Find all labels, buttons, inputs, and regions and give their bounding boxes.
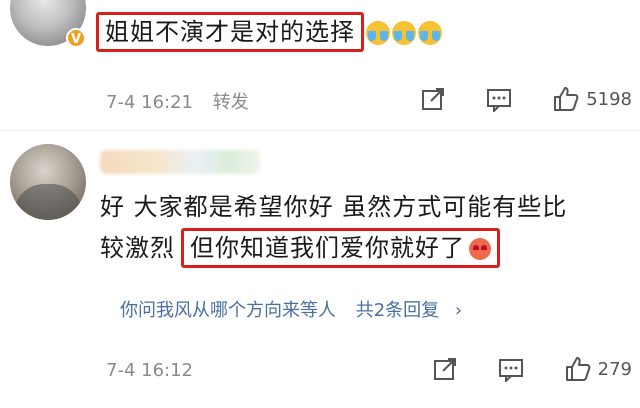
- share-button[interactable]: [420, 86, 446, 112]
- like-button[interactable]: 279: [564, 355, 632, 383]
- comment-text-plain: 较激烈: [100, 234, 175, 262]
- avatar[interactable]: [10, 144, 86, 220]
- comment-text: 姐姐不演才是对的选择: [96, 12, 442, 52]
- comment-actions: 5198: [380, 84, 632, 114]
- comment-text-line: 较激烈 但你知道我们爱你就好了: [100, 228, 500, 268]
- cry-emoji-icon: [418, 21, 442, 45]
- comment-icon: [498, 359, 523, 382]
- comment-meta: 7-4 16:12: [106, 360, 207, 381]
- cry-emoji-icon: [366, 21, 390, 45]
- share-icon: [422, 88, 445, 110]
- replies-count: 共2条回复: [355, 300, 440, 321]
- like-count: 279: [597, 358, 632, 380]
- like-icon: [565, 357, 591, 381]
- comment-item: 好 大家都是希望你好 虽然方式可能有些比 较激烈 但你知道我们爱你就好了 你问我风…: [0, 132, 640, 408]
- like-icon: [554, 87, 579, 111]
- divider: [0, 130, 640, 131]
- replies-users: 你问我风从哪个方向来等人: [120, 300, 336, 321]
- comment-item: V 姐姐不演才是对的选择 7-4 16:21 转发 5198: [0, 0, 640, 130]
- forward-link[interactable]: 转发: [213, 92, 249, 113]
- comment-button[interactable]: [498, 356, 524, 382]
- replies-link[interactable]: 你问我风从哪个方向来等人 共2条回复 ›: [120, 296, 462, 322]
- share-icon: [433, 358, 456, 380]
- comment-meta: 7-4 16:21 转发: [106, 88, 249, 114]
- comment-button[interactable]: [486, 86, 512, 112]
- comment-text-line: 好 大家都是希望你好 虽然方式可能有些比: [100, 193, 568, 221]
- comment-icon: [487, 89, 512, 112]
- username-blurred[interactable]: [100, 150, 260, 174]
- verified-badge-icon: V: [66, 28, 86, 48]
- avatar-image: [14, 184, 82, 220]
- timestamp: 7-4 16:12: [106, 360, 193, 381]
- highlighted-text: 但你知道我们爱你就好了: [181, 228, 500, 268]
- share-button[interactable]: [432, 356, 458, 382]
- highlighted-text-content: 但你知道我们爱你就好了: [190, 234, 465, 262]
- comment-actions: 279: [392, 354, 632, 384]
- timestamp: 7-4 16:21: [106, 92, 193, 113]
- heart-eyes-emoji-icon: [469, 238, 491, 260]
- chevron-right-icon: ›: [454, 300, 463, 321]
- like-count: 5198: [586, 88, 632, 110]
- cry-emoji-icon: [392, 21, 416, 45]
- highlighted-text: 姐姐不演才是对的选择: [96, 12, 364, 52]
- like-button[interactable]: 5198: [552, 85, 632, 113]
